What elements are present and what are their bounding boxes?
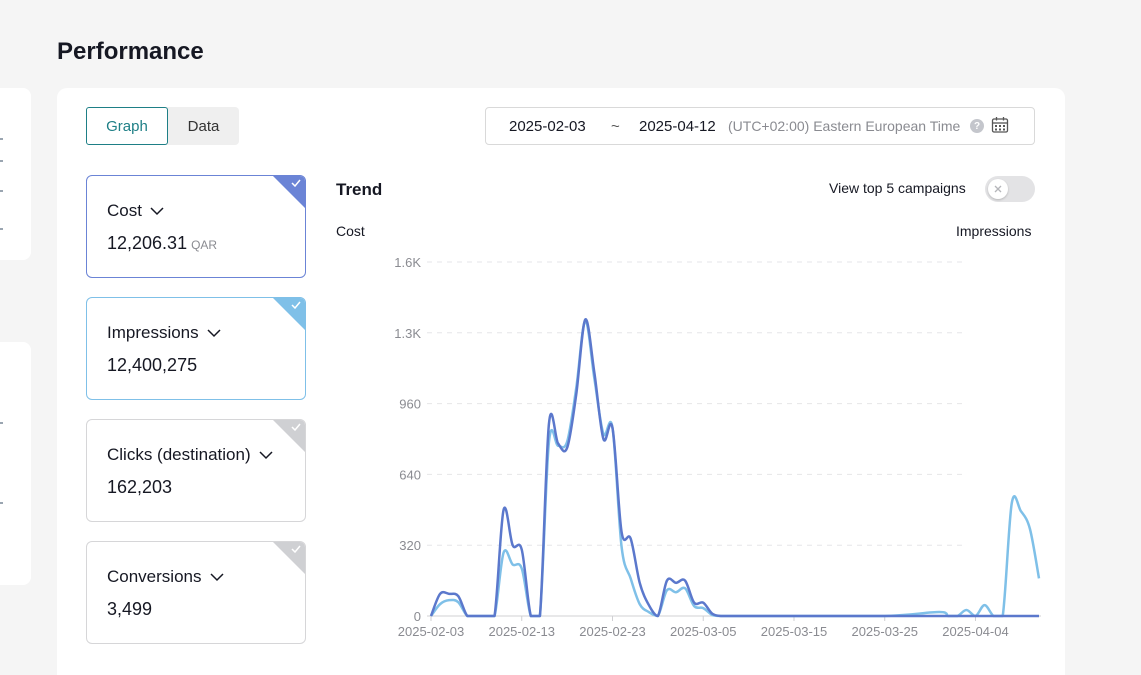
y-left-tick-label: 640: [399, 467, 421, 482]
date-start[interactable]: 2025-02-03: [509, 118, 586, 135]
metric-card-cost[interactable]: Cost 12,206.31 QAR: [86, 175, 306, 278]
toggle-knob[interactable]: [988, 179, 1008, 199]
metric-value: 12,206.31 QAR: [107, 233, 218, 253]
metric-label[interactable]: Impressions: [107, 323, 221, 343]
chevron-down-icon[interactable]: [207, 328, 221, 338]
question-circle-icon[interactable]: ?: [970, 119, 984, 133]
metric-card-conversions[interactable]: Conversions 3,499: [86, 541, 306, 644]
x-tick-label: 2025-04-04: [942, 624, 1009, 639]
graph-tab[interactable]: Graph: [86, 107, 168, 145]
view-toggle: Graph Data: [86, 107, 239, 145]
timezone-label: (UTC+02:00) Eastern European Time: [728, 118, 961, 134]
series-line-impressions: [429, 319, 1041, 618]
date-separator: ~: [611, 117, 620, 135]
trend-title: Trend: [336, 180, 383, 199]
chevron-down-icon[interactable]: [209, 572, 224, 582]
y-left-tick-label: 0: [414, 609, 421, 624]
check-icon: [291, 301, 301, 309]
y-left-tick-label: 960: [399, 397, 421, 412]
metric-value: 3,499: [107, 599, 153, 619]
date-end[interactable]: 2025-04-12: [639, 118, 716, 135]
check-icon: [291, 179, 301, 187]
left-axis-title: Cost: [336, 223, 365, 239]
x-tick-label: 2025-03-15: [761, 624, 828, 639]
x-tick-label: 2025-03-05: [670, 624, 737, 639]
check-icon: [291, 423, 301, 431]
x-tick-label: 2025-03-25: [851, 624, 918, 639]
y-left-tick-label: 1.6K: [394, 255, 421, 270]
top5-toggle[interactable]: [985, 176, 1035, 202]
top5-label: View top 5 campaigns: [829, 180, 966, 196]
trend-chart: 03206409601.3K1.6K0357.6K715.3K1.1M1.4M1…: [394, 255, 1041, 639]
right-axis-title: Impressions: [956, 223, 1032, 239]
performance-card: Graph Data 2025-02-03 ~ 2025-04-12 (UTC+…: [57, 88, 1065, 675]
side-panel-stub-top: [0, 88, 31, 260]
y-left-tick-label: 320: [399, 538, 421, 553]
close-icon: [994, 185, 1002, 193]
x-tick-label: 2025-02-13: [488, 624, 554, 639]
x-tick-label: 2025-02-23: [579, 624, 646, 639]
metric-label[interactable]: Cost: [107, 201, 164, 221]
calendar-icon[interactable]: [991, 116, 1009, 134]
check-icon: [291, 545, 301, 553]
chevron-down-icon[interactable]: [150, 206, 164, 216]
metric-value: 12,400,275: [107, 355, 198, 375]
x-tick-label: 2025-02-03: [398, 624, 465, 639]
date-range-picker[interactable]: 2025-02-03 ~ 2025-04-12 (UTC+02:00) East…: [485, 107, 1035, 145]
y-left-tick-label: 1.3K: [394, 326, 421, 341]
metric-label[interactable]: Conversions: [107, 567, 224, 587]
data-tab[interactable]: Data: [168, 107, 239, 145]
chevron-down-icon[interactable]: [259, 450, 273, 460]
metric-label[interactable]: Clicks (destination): [107, 445, 273, 465]
metric-card-impressions[interactable]: Impressions 12,400,275: [86, 297, 306, 400]
currency-unit: QAR: [191, 238, 218, 252]
page-title: Performance: [57, 38, 204, 65]
side-panel-stub-bottom: [0, 342, 31, 585]
metric-value: 162,203: [107, 477, 173, 497]
metric-card-clicks[interactable]: Clicks (destination) 162,203: [86, 419, 306, 522]
